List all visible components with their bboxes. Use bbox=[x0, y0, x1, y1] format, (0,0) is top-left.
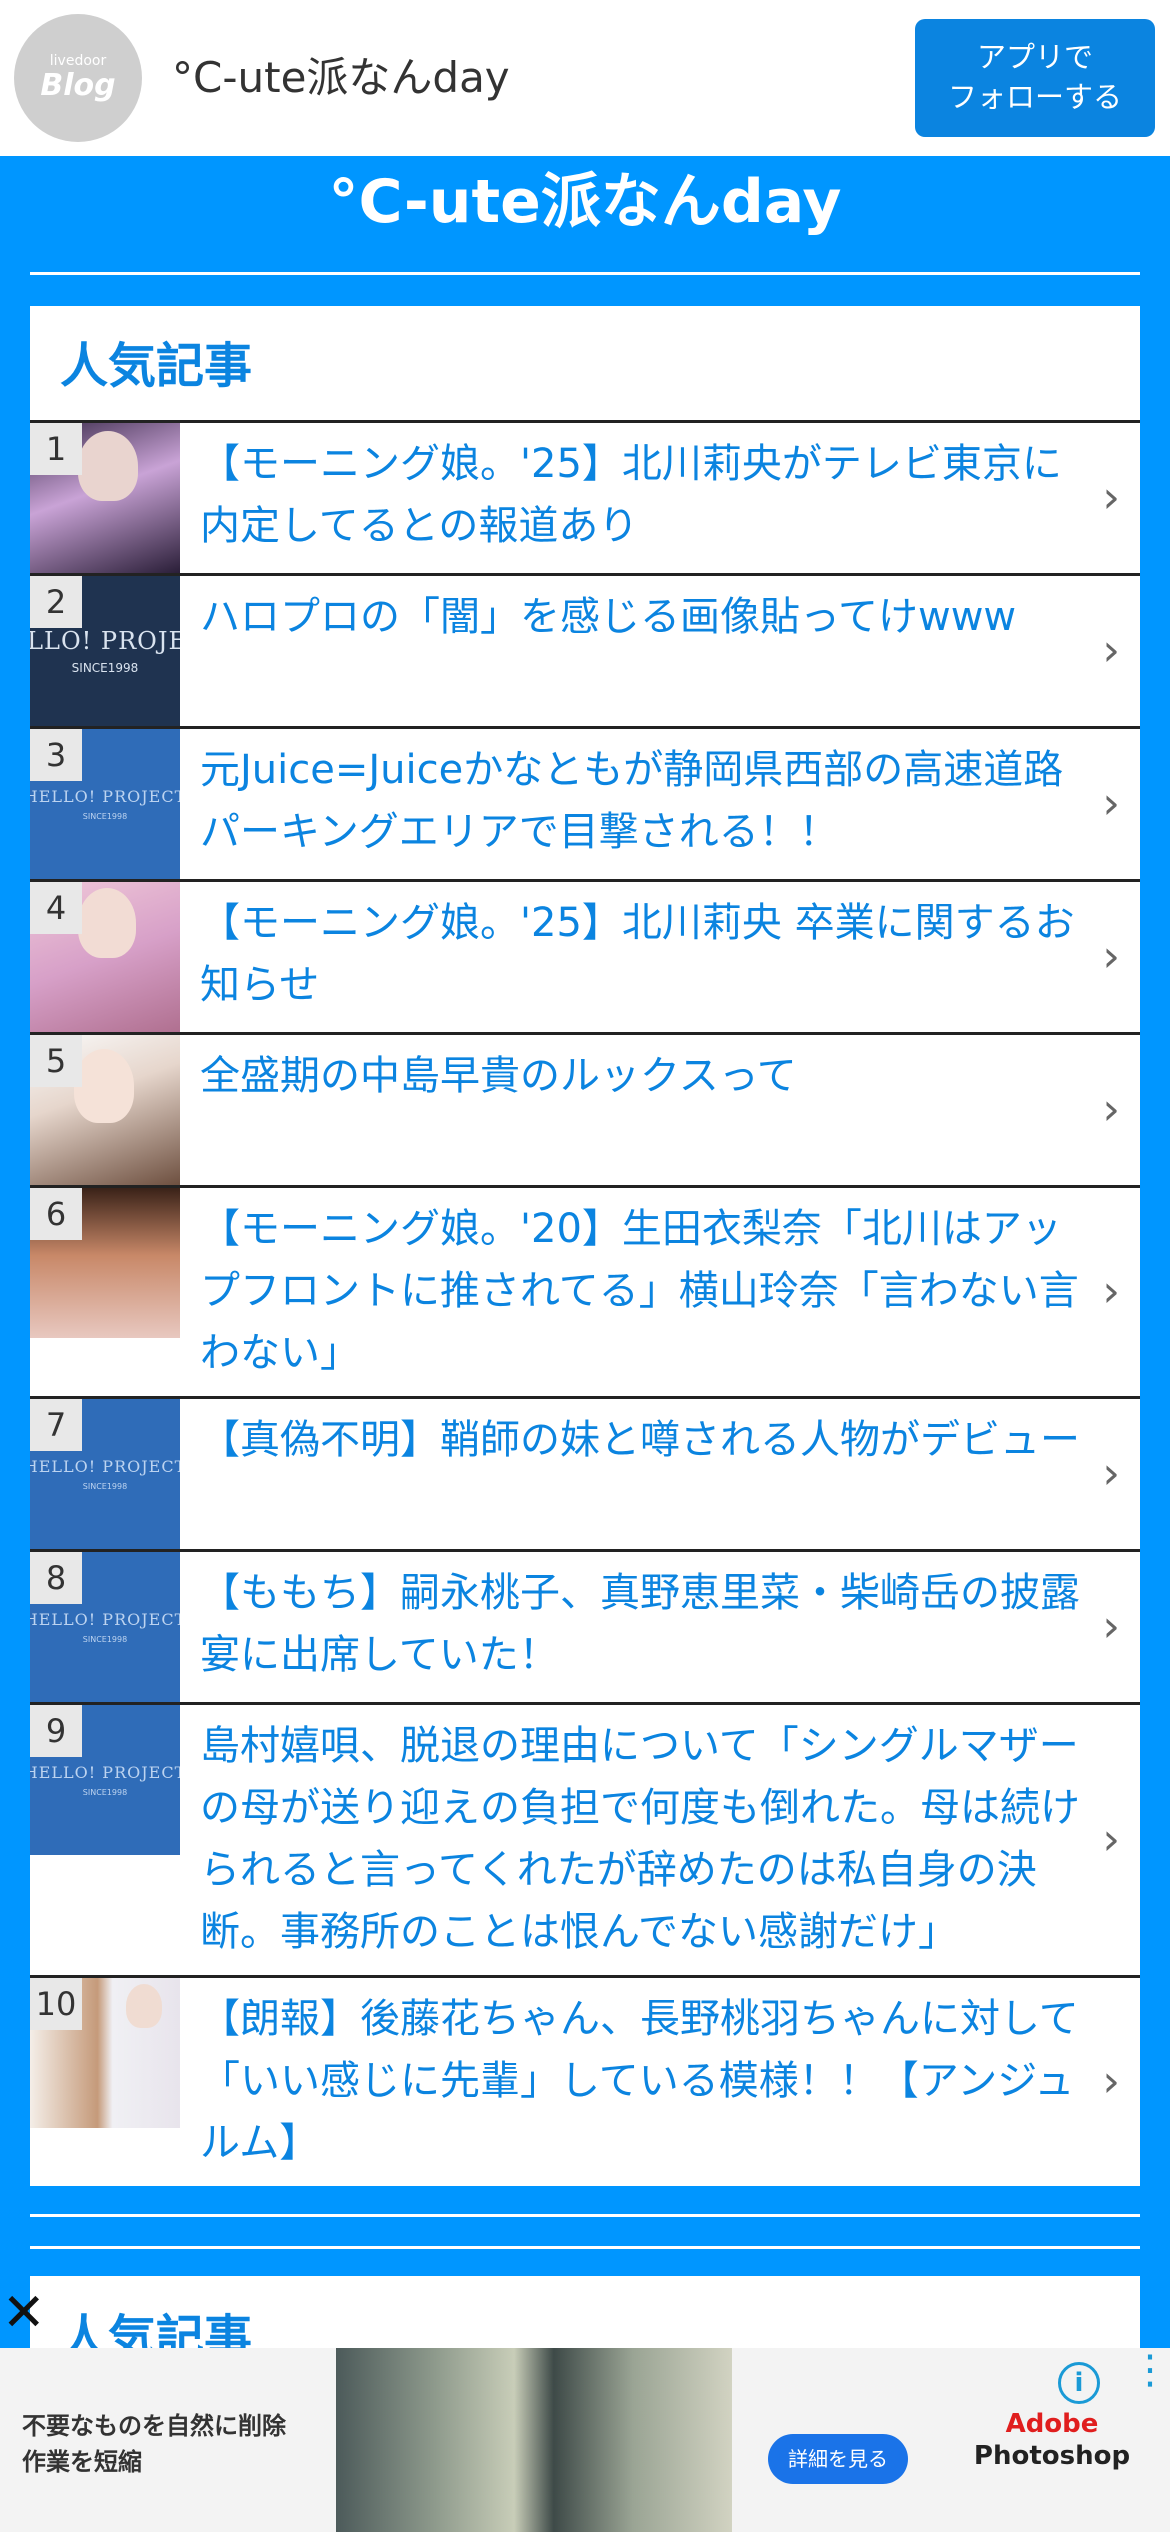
article-row[interactable]: HELLO! PROJECT SINCE1998 3 元Juice=Juiceか… bbox=[30, 726, 1140, 879]
ad-close-icon[interactable]: ✕ bbox=[2, 2287, 48, 2339]
article-title[interactable]: 島村嬉唄、脱退の理由について「シングルマザーの母が送り迎えの負担で何度も倒れた。… bbox=[200, 1705, 1080, 1975]
ad-copy: 不要なものを自然に削除 作業を短縮 bbox=[22, 2408, 286, 2480]
chevron-right-icon: › bbox=[1102, 1814, 1120, 1865]
ad-more-icon[interactable]: ⋮ bbox=[1130, 2350, 1170, 2412]
popular-articles-heading: 人気記事 bbox=[60, 338, 253, 394]
article-row[interactable]: 1 【モーニング娘。'25】北川莉央がテレビ東京に内定してるとの報道あり › bbox=[30, 420, 1140, 573]
follow-button-line1: アプリで bbox=[976, 42, 1093, 74]
ad-brand: Adobe Photoshop bbox=[972, 2408, 1132, 2472]
rank-badge: 9 bbox=[30, 1705, 82, 1757]
ad-brand-line1: Adobe bbox=[1005, 2409, 1099, 2439]
rank-badge: 3 bbox=[30, 729, 82, 781]
chevron-right-icon: › bbox=[1102, 931, 1120, 982]
article-title[interactable]: 【ももち】嗣永桃子、真野恵里菜・柴崎岳の披露宴に出席していた！ bbox=[200, 1552, 1080, 1698]
divider bbox=[30, 2246, 1140, 2249]
thumbnail-logo-sub: SINCE1998 bbox=[82, 1788, 128, 1797]
follow-in-app-button[interactable]: アプリで フォローする bbox=[915, 19, 1155, 137]
chevron-right-icon: › bbox=[1102, 625, 1120, 676]
article-row[interactable]: HELLO! PROJECT SINCE1998 8 【ももち】嗣永桃子、真野恵… bbox=[30, 1549, 1140, 1702]
ad-image[interactable] bbox=[336, 2348, 732, 2532]
chevron-right-icon: › bbox=[1102, 1448, 1120, 1499]
popular-articles-card: 人気記事 1 【モーニング娘。'25】北川莉央がテレビ東京に内定してるとの報道あ… bbox=[30, 306, 1140, 2186]
thumbnail-logo-text: HELLO! PROJECT bbox=[30, 1763, 180, 1782]
rank-badge: 6 bbox=[30, 1188, 82, 1240]
blog-title[interactable]: °C-ute派なんday bbox=[0, 160, 1170, 244]
livedoor-blog-logo[interactable]: livedoor Blog bbox=[14, 14, 142, 142]
article-title[interactable]: 【モーニング娘。'20】生田衣梨奈「北川はアップフロントに推されてる」横山玲奈「… bbox=[200, 1188, 1080, 1396]
ad-banner[interactable]: 不要なものを自然に削除 作業を短縮 詳細を見る Adobe Photoshop … bbox=[0, 2348, 1170, 2532]
article-row[interactable]: 6 【モーニング娘。'20】生田衣梨奈「北川はアップフロントに推されてる」横山玲… bbox=[30, 1185, 1140, 1396]
article-title[interactable]: ハロプロの「闇」を感じる画像貼ってけwww bbox=[200, 576, 1080, 660]
rank-badge: 1 bbox=[30, 423, 82, 475]
article-title[interactable]: 【モーニング娘。'25】北川莉央がテレビ東京に内定してるとの報道あり bbox=[200, 423, 1080, 569]
divider bbox=[30, 2214, 1140, 2217]
chevron-right-icon: › bbox=[1102, 1266, 1120, 1317]
thumbnail-logo-text: HELLO! PROJECT bbox=[30, 787, 180, 806]
thumbnail-logo-sub: SINCE1998 bbox=[82, 812, 128, 821]
article-title[interactable]: 【真偽不明】鞘師の妹と噂される人物がデビュー bbox=[200, 1399, 1080, 1483]
article-title[interactable]: 全盛期の中島早貴のルックスって bbox=[200, 1035, 1080, 1119]
ad-details-button[interactable]: 詳細を見る bbox=[768, 2434, 908, 2484]
ad-info-icon[interactable]: i bbox=[1058, 2362, 1100, 2404]
ad-copy-line1: 不要なものを自然に削除 bbox=[22, 2412, 286, 2440]
thumbnail-logo-sub: SINCE1998 bbox=[82, 1635, 128, 1644]
thumbnail-logo-text: HELLO! PROJECT bbox=[30, 1457, 180, 1476]
article-title[interactable]: 元Juice=Juiceかなともが静岡県西部の高速道路パーキングエリアで目撃され… bbox=[200, 729, 1080, 875]
follow-button-line2: フォローする bbox=[947, 82, 1122, 114]
article-title[interactable]: 【朗報】後藤花ちゃん、長野桃羽ちゃんに対して「いい感じに先輩」している模様！！【… bbox=[200, 1978, 1080, 2186]
chevron-right-icon: › bbox=[1102, 1084, 1120, 1135]
chevron-right-icon: › bbox=[1102, 778, 1120, 829]
chevron-right-icon: › bbox=[1102, 2056, 1120, 2107]
thumbnail-logo-sub: SINCE1998 bbox=[82, 1482, 128, 1491]
divider bbox=[30, 272, 1140, 275]
chevron-right-icon: › bbox=[1102, 1601, 1120, 1652]
article-row[interactable]: 10 【朗報】後藤花ちゃん、長野桃羽ちゃんに対して「いい感じに先輩」している模様… bbox=[30, 1975, 1140, 2186]
article-row[interactable]: HELLO! PROJECT SINCE1998 9 島村嬉唄、脱退の理由につい… bbox=[30, 1702, 1140, 1975]
thumbnail-logo-text: HELLO! PROJECT bbox=[30, 1610, 180, 1629]
article-title[interactable]: 【モーニング娘。'25】北川莉央 卒業に関するお知らせ bbox=[200, 882, 1080, 1028]
app-header: livedoor Blog °C-ute派なんday アプリで フォローする bbox=[0, 0, 1170, 156]
logo-big-text: Blog bbox=[40, 68, 116, 103]
article-row[interactable]: 4 【モーニング娘。'25】北川莉央 卒業に関するお知らせ › bbox=[30, 879, 1140, 1032]
popular-articles-list: 1 【モーニング娘。'25】北川莉央がテレビ東京に内定してるとの報道あり › H… bbox=[30, 420, 1140, 2186]
ad-brand-line2: Photoshop bbox=[973, 2441, 1131, 2471]
header-blog-name[interactable]: °C-ute派なんday bbox=[172, 48, 510, 108]
ad-copy-line2: 作業を短縮 bbox=[22, 2448, 142, 2476]
rank-badge: 2 bbox=[30, 576, 82, 628]
thumbnail-logo-text: HELLO! PROJECT bbox=[30, 627, 180, 655]
article-row[interactable]: 5 全盛期の中島早貴のルックスって › bbox=[30, 1032, 1140, 1185]
rank-badge: 7 bbox=[30, 1399, 82, 1451]
thumbnail-logo-sub: SINCE1998 bbox=[71, 661, 139, 675]
logo-small-text: livedoor bbox=[49, 53, 107, 69]
article-row[interactable]: HELLO! PROJECT SINCE1998 7 【真偽不明】鞘師の妹と噂さ… bbox=[30, 1396, 1140, 1549]
rank-badge: 5 bbox=[30, 1035, 82, 1087]
rank-badge: 4 bbox=[30, 882, 82, 934]
rank-badge: 8 bbox=[30, 1552, 82, 1604]
rank-badge: 10 bbox=[30, 1978, 82, 2030]
article-row[interactable]: HELLO! PROJECT SINCE1998 2 ハロプロの「闇」を感じる画… bbox=[30, 573, 1140, 726]
chevron-right-icon: › bbox=[1102, 472, 1120, 523]
